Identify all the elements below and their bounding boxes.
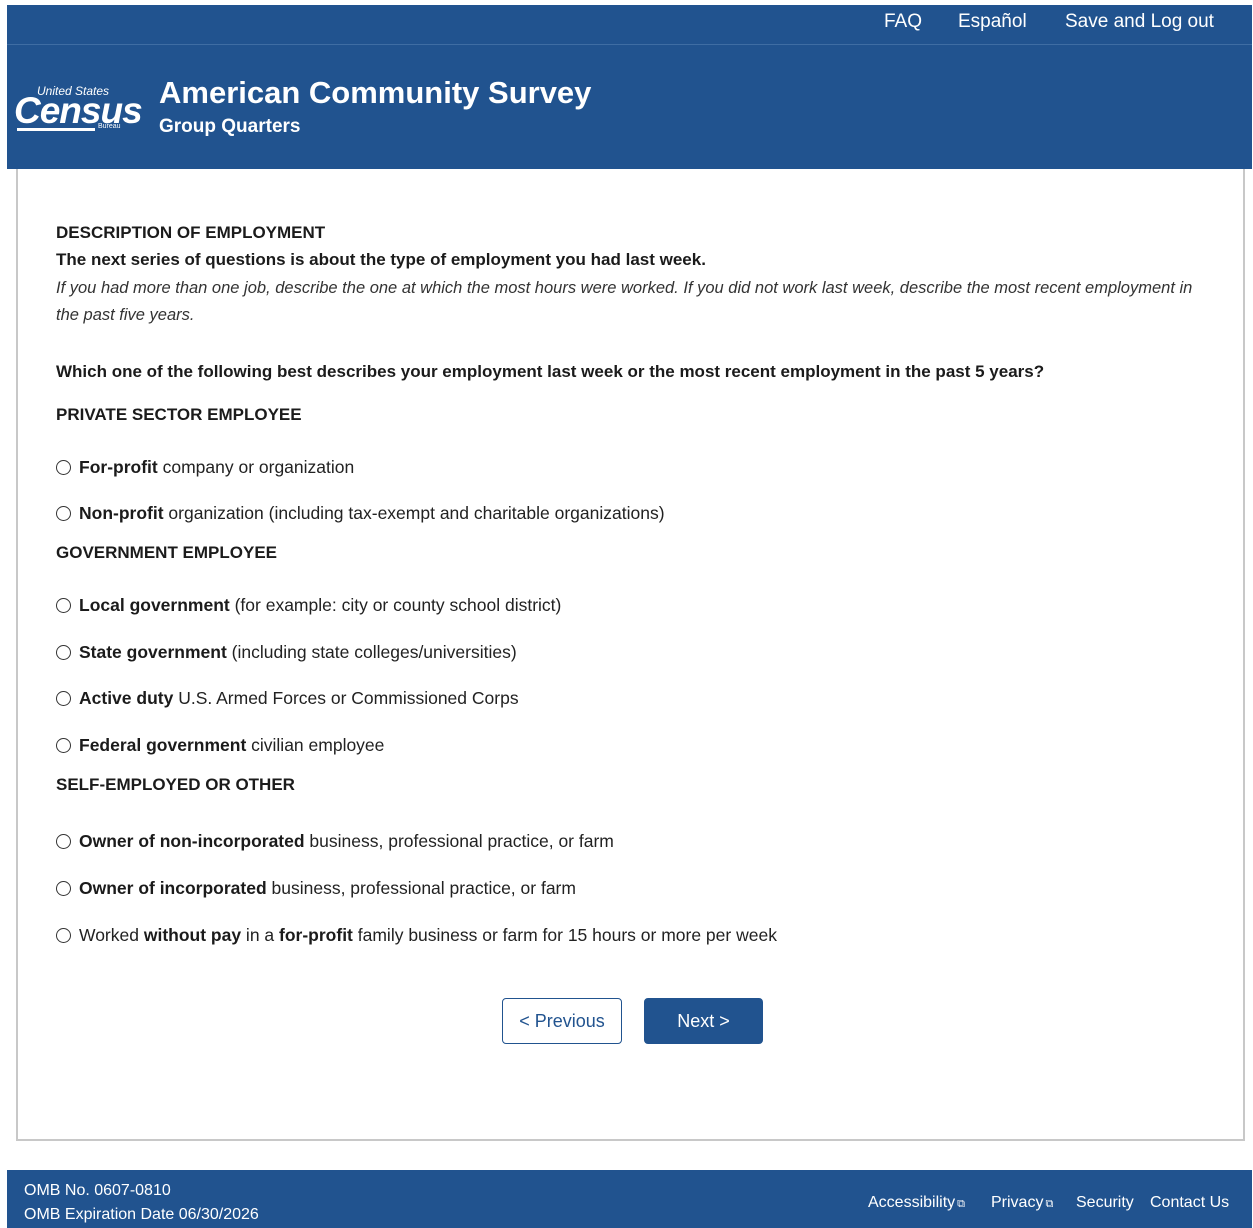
option-text: Worked [79,925,144,945]
privacy-link[interactable]: Privacy ⧉ [991,1194,1053,1212]
option-text: organization (including tax-exempt and c… [163,503,665,523]
accessibility-link[interactable]: Accessibility ⧉ [868,1194,965,1212]
option-text: civilian employee [246,735,385,755]
option-without-pay[interactable]: Worked without pay in a for-profit famil… [56,925,777,946]
option-for-profit[interactable]: For-profit company or organization [56,457,354,478]
logo-underline [17,128,95,131]
next-button[interactable]: Next > [644,998,763,1044]
external-link-icon: ⧉ [1045,1198,1054,1210]
site-header: FAQ Español Save and Log out United Stat… [7,5,1252,169]
instruction-note: If you had more than one job, describe t… [56,279,1193,324]
option-bold-text: State government [79,642,227,662]
group-label-private: PRIVATE SECTOR EMPLOYEE [56,405,302,424]
omb-number: OMB No. 0607-0810 [24,1182,171,1199]
radio-button[interactable] [56,834,71,849]
accessibility-label: Accessibility [868,1194,956,1211]
option-bold-text: Owner of incorporated [79,878,267,898]
option-bold-text: for-profit [279,925,353,945]
radio-button[interactable] [56,881,71,896]
option-bold-text: Federal government [79,735,247,755]
option-bold-text: Non-profit [79,503,164,523]
radio-button[interactable] [56,738,71,753]
previous-button[interactable]: < Previous [502,998,622,1044]
radio-button[interactable] [56,460,71,475]
radio-button[interactable] [56,928,71,943]
radio-button[interactable] [56,506,71,521]
espanol-link[interactable]: Español [958,11,1027,33]
utility-bar: FAQ Español Save and Log out [7,5,1252,45]
option-federal-government[interactable]: Federal government civilian employee [56,735,384,756]
option-text: business, professional practice, or farm [304,831,614,851]
census-logo[interactable]: United States Census Bureau [14,80,143,138]
option-bold-text: Local government [79,595,230,615]
survey-panel: DESCRIPTION OF EMPLOYMENT The next serie… [16,169,1245,1141]
app-title: American Community Survey [159,75,592,110]
site-footer: OMB No. 0607-0810 OMB Expiration Date 06… [7,1170,1252,1228]
option-bold-text: Owner of non-incorporated [79,831,305,851]
option-text: (including state colleges/universities) [226,642,517,662]
faq-link[interactable]: FAQ [884,11,922,33]
option-local-government[interactable]: Local government (for example: city or c… [56,595,561,616]
logo-line2: Census [14,90,143,131]
app-subtitle: Group Quarters [159,116,301,137]
contact-us-link[interactable]: Contact Us [1150,1194,1229,1212]
option-non-profit[interactable]: Non-profit organization (including tax-e… [56,503,665,524]
option-owner-non-incorporated[interactable]: Owner of non-incorporated business, prof… [56,831,614,852]
option-text: company or organization [157,457,355,477]
page: FAQ Español Save and Log out United Stat… [0,0,1253,1228]
external-link-icon: ⧉ [957,1198,965,1210]
option-text: (for example: city or county school dist… [229,595,562,615]
security-link[interactable]: Security [1076,1194,1134,1212]
option-bold-text: without pay [143,925,242,945]
logo-line3: Bureau [98,123,121,130]
option-text: in a [241,925,280,945]
question-intro: DESCRIPTION OF EMPLOYMENT The next serie… [56,219,1206,385]
privacy-label: Privacy [991,1194,1044,1211]
option-text: business, professional practice, or farm [266,878,576,898]
option-state-government[interactable]: State government (including state colleg… [56,642,517,663]
radio-button[interactable] [56,691,71,706]
option-active-duty[interactable]: Active duty U.S. Armed Forces or Commiss… [56,688,519,709]
option-bold-text: For-profit [79,457,158,477]
save-logout-link[interactable]: Save and Log out [1065,11,1214,33]
radio-button[interactable] [56,598,71,613]
option-bold-text: Active duty [79,688,174,708]
question-text: Which one of the following best describe… [56,362,1045,381]
option-owner-incorporated[interactable]: Owner of incorporated business, professi… [56,878,576,899]
group-label-self-employed: SELF-EMPLOYED OR OTHER [56,775,295,794]
omb-expiration: OMB Expiration Date 06/30/2026 [24,1206,259,1223]
intro-text: The next series of questions is about th… [56,250,706,269]
group-label-government: GOVERNMENT EMPLOYEE [56,543,278,562]
section-title: DESCRIPTION OF EMPLOYMENT [56,223,326,242]
radio-button[interactable] [56,645,71,660]
option-text: U.S. Armed Forces or Commissioned Corps [173,688,519,708]
option-text: family business or farm for 15 hours or … [352,925,777,945]
